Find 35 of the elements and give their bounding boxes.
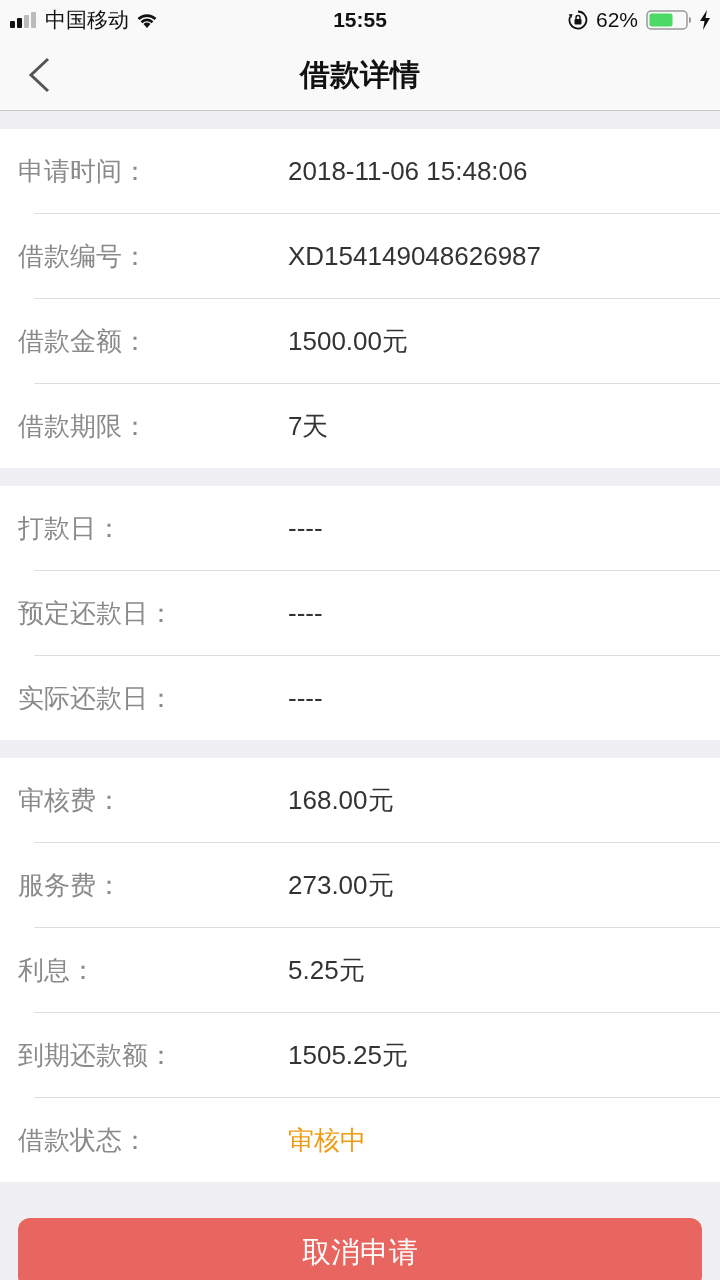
- cancel-application-button[interactable]: 取消申请: [18, 1218, 702, 1280]
- field-value: 2018-11-06 15:48:06: [288, 155, 528, 187]
- battery-percent: 62%: [595, 8, 638, 32]
- field-value: ----: [288, 597, 323, 629]
- field-value: 1505.25元: [288, 1038, 408, 1072]
- field-value: XD154149048626987: [288, 240, 542, 272]
- field-value: 273.00元: [288, 868, 394, 902]
- field-value: ----: [288, 682, 323, 714]
- status-value: 审核中: [288, 1123, 366, 1157]
- status-time: 15:55: [333, 8, 387, 32]
- field-label: 实际还款日：: [18, 681, 174, 715]
- field-label: 到期还款额：: [18, 1038, 174, 1072]
- field-value: ----: [288, 512, 323, 544]
- field-label: 利息：: [18, 953, 96, 987]
- back-chevron-icon[interactable]: [28, 57, 50, 93]
- field-label: 申请时间：: [18, 154, 148, 188]
- field-label: 打款日：: [18, 511, 122, 545]
- carrier-name: 中国移动: [45, 7, 129, 33]
- rotation-lock-icon: [567, 10, 588, 30]
- field-label: 借款金额：: [18, 324, 148, 358]
- page-title: 借款详情: [300, 56, 420, 93]
- charging-bolt-icon: [700, 10, 710, 30]
- wifi-icon: [136, 12, 158, 28]
- field-value: 7天: [288, 409, 329, 443]
- field-label: 借款编号：: [18, 239, 148, 273]
- field-label: 服务费：: [18, 868, 122, 902]
- field-label: 借款状态：: [18, 1123, 148, 1157]
- signal-icon: [10, 12, 38, 28]
- field-value: 5.25元: [288, 953, 365, 987]
- field-value: 168.00元: [288, 783, 394, 817]
- field-label: 审核费：: [18, 783, 122, 817]
- field-label: 借款期限：: [18, 409, 148, 443]
- field-label: 预定还款日：: [18, 596, 174, 630]
- battery-icon: [646, 10, 692, 30]
- field-value: 1500.00元: [288, 324, 408, 358]
